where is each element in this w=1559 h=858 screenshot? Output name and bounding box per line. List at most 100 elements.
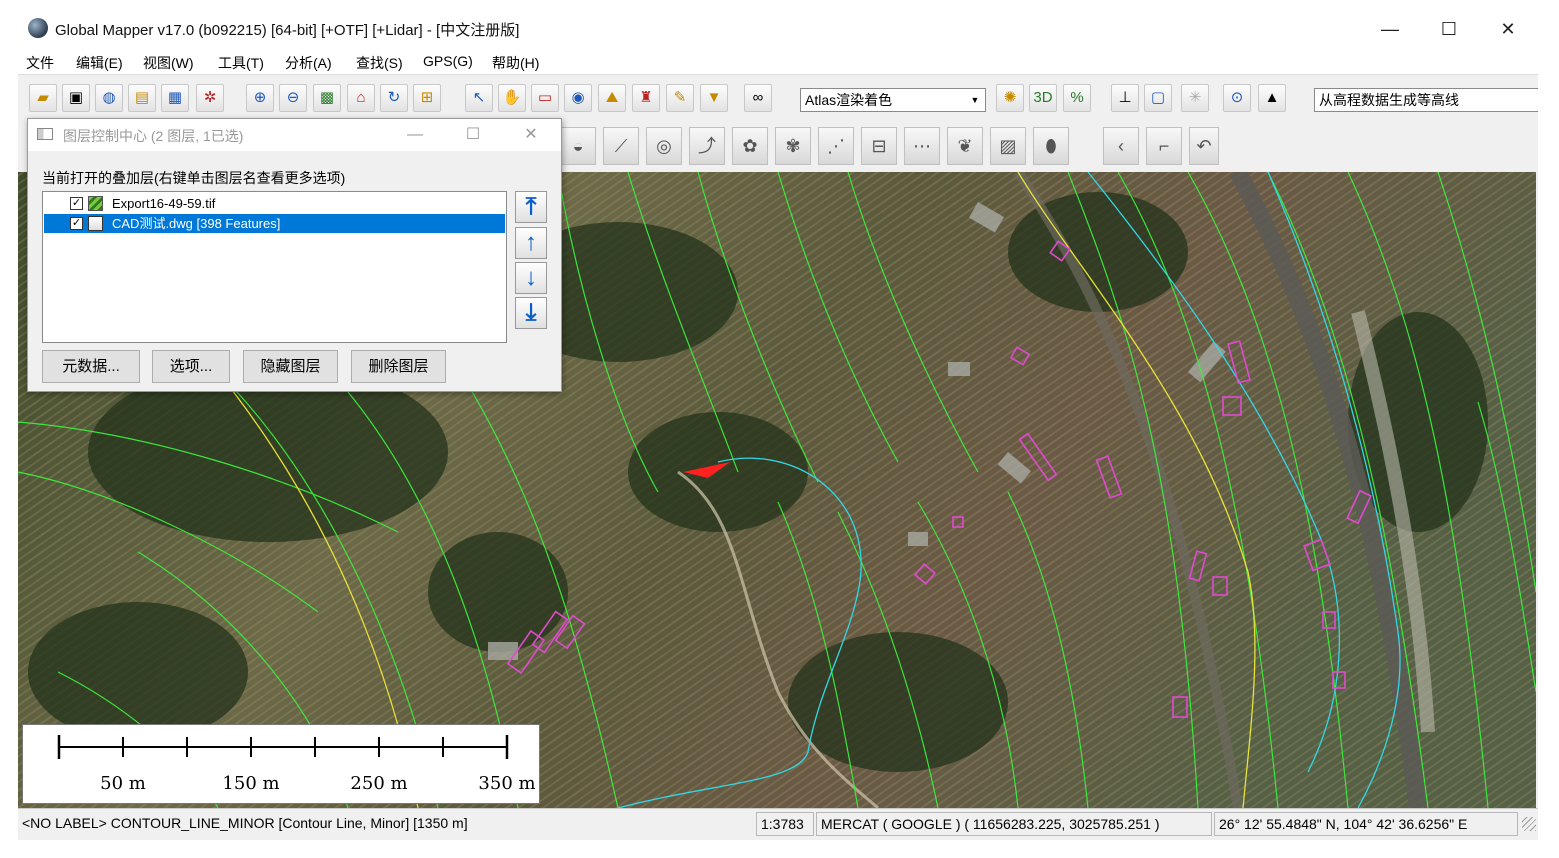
render-mode-select[interactable]: Atlas渲染着色 ▼ — [800, 88, 986, 112]
zoom-in-icon[interactable]: ⊕ — [246, 84, 274, 112]
save-icon[interactable]: ▣ — [62, 84, 90, 112]
layer-checkbox[interactable]: ✓ — [70, 197, 83, 210]
menu-help[interactable]: 帮助(H) — [492, 53, 539, 73]
shader-icon[interactable]: ✺ — [996, 84, 1024, 112]
dialog-maximize-button[interactable]: ☐ — [458, 123, 488, 147]
move-vertex-icon[interactable]: ‹ — [1103, 127, 1139, 165]
profile-icon[interactable]: ⊥ — [1111, 84, 1139, 112]
options-button[interactable]: 选项... — [152, 350, 230, 383]
menu-edit[interactable]: 编辑(E) — [76, 53, 123, 73]
menu-gps[interactable]: GPS(G) — [423, 53, 473, 69]
raster-layer-icon — [88, 196, 103, 211]
status-latlon: 26° 12' 55.4848" N, 104° 42' 36.6256" E — [1214, 812, 1518, 836]
config-icon[interactable]: ▤ — [128, 84, 156, 112]
scale-label: 50 m — [100, 773, 146, 794]
resize-grip-icon[interactable] — [1522, 817, 1536, 831]
north-arrow-icon[interactable]: ▲ — [1258, 84, 1286, 112]
pencil-icon[interactable]: ✎ — [666, 84, 694, 112]
tower-icon[interactable]: ♜ — [632, 84, 660, 112]
scale-label: 350 m — [478, 773, 536, 794]
dialog-title: 图层控制中心 (2 图层, 1已选) — [63, 128, 244, 144]
pan-hand-icon[interactable]: ✋ — [498, 84, 526, 112]
move-to-top-button[interactable]: ⤒ — [515, 191, 547, 223]
dialog-minimize-button[interactable]: — — [400, 123, 430, 147]
refresh-icon[interactable]: ↻ — [380, 84, 408, 112]
layer-row[interactable]: ✓ CAD测试.dwg [398 Features] — [44, 214, 505, 233]
hide-layer-button[interactable]: 隐藏图层 — [243, 350, 338, 383]
chevron-down-icon: ▼ — [970, 95, 980, 105]
layer-list[interactable]: ✓ Export16-49-59.tif ✓ CAD测试.dwg [398 Fe… — [42, 191, 507, 343]
tools-icon[interactable]: ✲ — [196, 84, 224, 112]
vertex-icon[interactable]: ⋰ — [818, 127, 854, 165]
layer-name: Export16-49-59.tif — [112, 196, 216, 211]
command-field[interactable]: 从高程数据生成等高线 — [1314, 88, 1538, 112]
percent-icon[interactable]: % — [1063, 84, 1091, 112]
render-mode-value: Atlas渲染着色 — [805, 92, 893, 108]
filter-icon[interactable]: ▼ — [700, 84, 728, 112]
menu-bar: 文件 编辑(E) 视图(W) 工具(T) 分析(A) 查找(S) GPS(G) … — [18, 50, 1538, 74]
create-line-icon[interactable]: ⟋ — [603, 127, 639, 165]
metadata-button[interactable]: 元数据... — [42, 350, 140, 383]
delete-layer-button[interactable]: 删除图层 — [351, 350, 446, 383]
split-icon[interactable]: ⊟ — [861, 127, 897, 165]
layer-name: CAD测试.dwg [398 Features] — [112, 216, 281, 231]
insert-vertex-icon[interactable]: ⌐ — [1146, 127, 1182, 165]
star-icon[interactable]: ✳ — [1181, 84, 1209, 112]
full-view-icon[interactable]: ▩ — [313, 84, 341, 112]
page-icon[interactable]: ▢ — [1144, 84, 1172, 112]
reshape-icon[interactable]: ✾ — [775, 127, 811, 165]
status-scale: 1:3783 — [756, 812, 814, 836]
menu-view[interactable]: 视图(W) — [143, 53, 194, 73]
menu-file[interactable]: 文件 — [26, 53, 54, 73]
path-profile-icon[interactable]: ⛰ — [598, 84, 626, 112]
zoom-out-icon[interactable]: ⊖ — [279, 84, 307, 112]
scale-bar: 50 m 150 m 250 m 350 m — [22, 724, 540, 804]
measure-icon[interactable]: ▭ — [531, 84, 559, 112]
feature-info-icon[interactable]: ◉ — [564, 84, 592, 112]
globe-icon[interactable]: ◍ — [95, 84, 123, 112]
vector-layer-icon — [88, 216, 103, 231]
close-button[interactable]: ✕ — [1485, 12, 1531, 46]
layer-checkbox[interactable]: ✓ — [70, 217, 83, 230]
undo-icon[interactable]: ↶ — [1189, 127, 1219, 165]
minimize-button[interactable]: — — [1367, 12, 1413, 46]
status-projection: MERCAT ( GOOGLE ) ( 11656283.225, 302578… — [816, 812, 1212, 836]
globe-app-icon — [28, 18, 48, 38]
menu-search[interactable]: 查找(S) — [356, 53, 403, 73]
3d-view-icon[interactable]: 3D — [1029, 84, 1057, 112]
home-icon[interactable]: ⌂ — [347, 84, 375, 112]
fill-area-icon[interactable]: ⬮ — [1033, 127, 1069, 165]
gps-target-icon[interactable]: ⊙ — [1223, 84, 1251, 112]
smooth-icon[interactable]: ❦ — [947, 127, 983, 165]
move-up-button[interactable]: ↑ — [515, 227, 547, 259]
menu-tools[interactable]: 工具(T) — [218, 53, 264, 73]
create-area-icon[interactable]: ◒ — [560, 127, 596, 165]
binoculars-icon[interactable]: ∞ — [744, 84, 772, 112]
scale-label: 150 m — [222, 773, 280, 794]
layer-list-label: 当前打开的叠加层(右键单击图层名查看更多选项) — [42, 170, 346, 186]
move-to-bottom-button[interactable]: ⤓ — [515, 297, 547, 329]
path-icon[interactable]: ⤴ — [689, 127, 725, 165]
open-folder-icon[interactable]: ▰ — [29, 84, 57, 112]
title-bar: Global Mapper v17.0 (b092215) [64-bit] [… — [18, 0, 1538, 50]
window-title: Global Mapper v17.0 (b092215) [64-bit] [… — [55, 22, 520, 39]
layer-row[interactable]: ✓ Export16-49-59.tif — [44, 194, 505, 213]
dialog-title-bar[interactable]: 图层控制中心 (2 图层, 1已选) — ☐ ✕ — [28, 119, 561, 151]
window-icon — [37, 128, 53, 140]
scale-label: 250 m — [350, 773, 408, 794]
move-down-button[interactable]: ↓ — [515, 262, 547, 294]
export-icon[interactable]: ▦ — [161, 84, 189, 112]
command-value: 从高程数据生成等高线 — [1319, 92, 1459, 108]
digitizer-toolbar: ◒ ⟋ ◎ ⤴ ✿ ✾ ⋰ ⊟ ⋯ ❦ ▨ ⬮ ‹ ⌐ ↶ — [558, 122, 1223, 172]
menu-analysis[interactable]: 分析(A) — [285, 53, 332, 73]
edit-area-icon[interactable]: ✿ — [732, 127, 768, 165]
merge-icon[interactable]: ⋯ — [904, 127, 940, 165]
layer-control-dialog: 图层控制中心 (2 图层, 1已选) — ☐ ✕ 当前打开的叠加层(右键单击图层… — [27, 118, 562, 392]
maximize-button[interactable]: ☐ — [1426, 12, 1472, 46]
status-feature: <NO LABEL> CONTOUR_LINE_MINOR [Contour L… — [18, 812, 754, 836]
circle-icon[interactable]: ◎ — [646, 127, 682, 165]
buffer-icon[interactable]: ▨ — [990, 127, 1026, 165]
digitizer-icon[interactable]: ↖ — [465, 84, 493, 112]
grid-icon[interactable]: ⊞ — [413, 84, 441, 112]
dialog-close-button[interactable]: ✕ — [516, 123, 546, 147]
